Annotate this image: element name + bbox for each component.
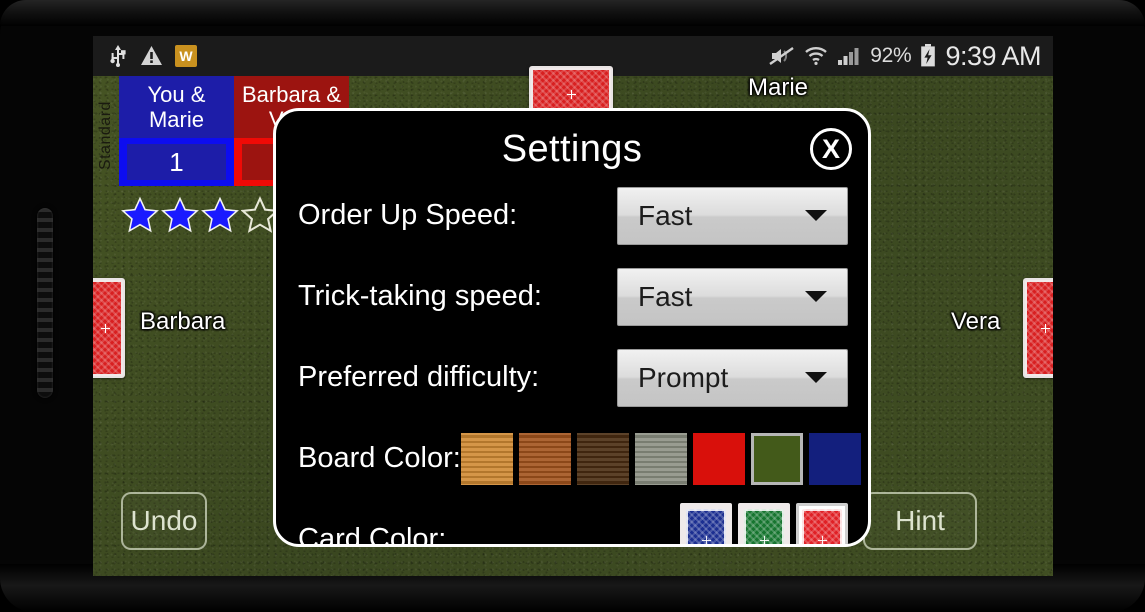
board-color-control — [461, 432, 861, 485]
setting-row-order-up-speed: Order Up Speed: Fast — [276, 175, 868, 256]
close-icon[interactable]: X — [810, 128, 852, 170]
preferred-difficulty-label: Preferred difficulty: — [298, 361, 540, 393]
order-up-speed-spinner[interactable]: Fast — [617, 186, 848, 245]
mute-icon — [769, 45, 795, 67]
card-color-swatches — [680, 502, 848, 544]
device-bezel: W 92% 9:39 AM Standard You & Marie 1 Bar… — [0, 0, 1145, 612]
card-back-preview-blue — [686, 508, 726, 544]
card-back-preview-green — [744, 508, 784, 544]
board-color-swatches — [461, 432, 861, 485]
board-color-swatch-red[interactable] — [692, 432, 745, 485]
usb-icon — [108, 45, 128, 67]
trick-taking-speed-spinner[interactable]: Fast — [617, 267, 848, 326]
chevron-down-icon — [805, 210, 827, 221]
status-bar-right-icons: 92% 9:39 AM — [769, 41, 1041, 72]
board-color-swatch-grey-wood[interactable] — [635, 433, 687, 485]
trick-taking-speed-value: Fast — [638, 280, 693, 312]
order-up-speed-control: Fast — [617, 186, 848, 245]
board-color-swatch-light-wood[interactable] — [461, 433, 513, 485]
settings-dialog: Settings X Order Up Speed: Fast Trick-ta… — [273, 108, 871, 547]
wifi-icon — [804, 45, 828, 67]
card-color-swatch-green[interactable] — [738, 502, 790, 544]
settings-rows: Order Up Speed: Fast Trick-taking speed:… — [276, 175, 868, 547]
board-color-swatch-navy-blue[interactable] — [808, 432, 861, 485]
bezel-top-highlight — [0, 0, 1145, 26]
card-color-label: Card Color: — [298, 523, 447, 547]
star-icon-filled — [121, 196, 159, 234]
setting-row-trick-taking-speed: Trick-taking speed: Fast — [276, 256, 868, 337]
board-color-swatch-green[interactable] — [750, 432, 803, 485]
setting-row-board-color: Board Color: — [276, 418, 868, 499]
battery-charging-icon — [920, 44, 936, 68]
board-color-swatch-medium-wood[interactable] — [519, 433, 571, 485]
preferred-difficulty-control: Prompt — [617, 348, 848, 407]
card-color-swatch-red[interactable] — [796, 502, 848, 544]
setting-row-preferred-difficulty: Preferred difficulty: Prompt — [276, 337, 868, 418]
chevron-down-icon — [805, 372, 827, 383]
ruleset-label: Standard — [97, 101, 114, 171]
w-app-icon: W — [175, 45, 197, 67]
order-up-speed-label: Order Up Speed: — [298, 199, 518, 231]
team-name-us: You & Marie — [119, 76, 234, 138]
trick-taking-speed-label: Trick-taking speed: — [298, 280, 542, 312]
chevron-down-icon — [805, 291, 827, 302]
order-up-speed-value: Fast — [638, 199, 693, 231]
player-name-barbara: Barbara — [140, 308, 226, 335]
status-bar-left-icons: W — [101, 45, 197, 67]
card-back-preview-red — [802, 508, 842, 544]
star-icon-filled — [161, 196, 199, 234]
undo-button[interactable]: Undo — [121, 492, 207, 550]
setting-row-card-color: Card Color: — [276, 499, 868, 547]
player-name-marie: Marie — [748, 74, 809, 101]
card-color-swatch-blue[interactable] — [680, 502, 732, 544]
score-band-us: 1 — [119, 138, 234, 186]
player-name-vera: Vera — [951, 308, 1001, 335]
device-screen: W 92% 9:39 AM Standard You & Marie 1 Bar… — [93, 36, 1053, 576]
card-back-right — [1023, 278, 1053, 378]
hint-button[interactable]: Hint — [863, 492, 977, 550]
warning-icon — [140, 45, 163, 67]
board-color-swatch-dark-wood[interactable] — [577, 433, 629, 485]
team-score-us: 1 — [127, 144, 226, 180]
battery-percent-label: 92% — [870, 44, 912, 67]
status-bar-clock: 9:39 AM — [945, 40, 1041, 71]
star-icon-filled — [201, 196, 239, 234]
board-color-label: Board Color: — [298, 442, 461, 474]
dialog-title: Settings — [501, 128, 643, 170]
signal-bars-icon — [837, 45, 861, 67]
card-color-control — [680, 502, 848, 544]
device-side-button[interactable] — [37, 208, 53, 398]
preferred-difficulty-value: Prompt — [638, 361, 729, 393]
preferred-difficulty-spinner[interactable]: Prompt — [617, 348, 848, 407]
trick-taking-speed-control: Fast — [617, 267, 848, 326]
game-stars-row — [119, 196, 280, 234]
team-column-us: You & Marie 1 — [119, 76, 234, 196]
card-back-left — [93, 278, 125, 378]
